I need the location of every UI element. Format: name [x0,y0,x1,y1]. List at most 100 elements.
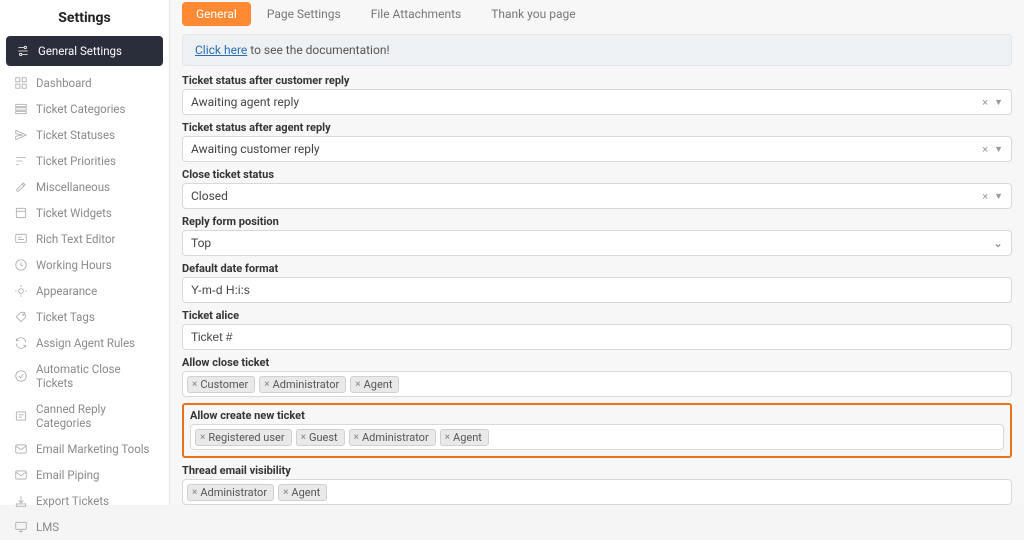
tab-bar: General Page Settings File Attachments T… [182,0,1012,34]
field-label: Allow create new ticket [190,409,1004,422]
field-thread-visibility: Thread email visibility ×Administrator ×… [182,464,1012,505]
tab-general[interactable]: General [182,2,251,26]
sidebar-item-label: Miscellaneous [36,180,110,194]
chevron-down-icon[interactable]: ▼ [994,144,1003,155]
select-controls: × ▼ [982,190,1003,203]
clear-icon[interactable]: × [982,96,988,109]
tag-label: Administrator [273,378,340,391]
priorities-icon [14,154,28,168]
clear-icon[interactable]: × [982,190,988,203]
documentation-link[interactable]: Click here [195,43,247,57]
sidebar-item-rich-text-editor[interactable]: Rich Text Editor [0,226,169,252]
tag-remove-icon[interactable]: × [200,432,205,443]
field-close-status: Close ticket status Closed × ▼ [182,168,1012,209]
appearance-icon [14,284,28,298]
tag-remove-icon[interactable]: × [264,379,269,390]
select-reply-form-position[interactable]: Top ⌄ [182,230,1012,256]
sidebar-item-label: Export Tickets [36,494,109,508]
sidebar-item-dashboard[interactable]: Dashboard [0,70,169,96]
field-label: Ticket status after customer reply [182,74,1012,87]
check-circle-icon [14,369,28,383]
field-status-after-agent: Ticket status after agent reply Awaiting… [182,121,1012,162]
tags-thread-visibility[interactable]: ×Administrator ×Agent [182,479,1012,505]
main-content: General Page Settings File Attachments T… [170,0,1024,505]
sidebar-item-email-marketing-tools[interactable]: Email Marketing Tools [0,436,169,462]
input-ticket-alice[interactable] [191,328,1003,346]
sidebar-item-label: Ticket Statuses [36,128,115,142]
sidebar-item-label: Dashboard [36,76,92,90]
canned-icon [14,409,28,423]
sidebar-item-export-tickets[interactable]: Export Tickets [0,488,169,514]
sidebar-item-label: Assign Agent Rules [36,336,135,350]
sidebar-item-canned-reply-categories[interactable]: Canned Reply Categories [0,396,169,436]
field-default-date-format: Default date format [182,262,1012,303]
field-label: Ticket status after agent reply [182,121,1012,134]
input-default-date-format[interactable] [191,281,1003,299]
tag-remove-icon[interactable]: × [355,379,360,390]
sidebar-item-label: Ticket Priorities [36,154,116,168]
sidebar-item-ticket-widgets[interactable]: Ticket Widgets [0,200,169,226]
banner-text: to see the documentation! [247,43,389,57]
sidebar-item-label: Email Marketing Tools [36,442,149,456]
tag-remove-icon[interactable]: × [192,379,197,390]
sidebar-item-label: Ticket Widgets [36,206,112,220]
select-status-after-customer[interactable]: Awaiting agent reply × ▼ [182,89,1012,115]
sidebar-item-appearance[interactable]: Appearance [0,278,169,304]
sidebar-item-lms[interactable]: LMS [0,514,169,540]
sidebar-item-automatic-close-tickets[interactable]: Automatic Close Tickets [0,356,169,396]
clock-icon [14,258,28,272]
tag-remove-icon[interactable]: × [283,487,288,498]
sidebar-item-general-settings[interactable]: General Settings [6,36,163,66]
tag-remove-icon[interactable]: × [192,487,197,498]
tag-remove-icon[interactable]: × [354,432,359,443]
tag-remove-icon[interactable]: × [301,432,306,443]
chevron-down-icon[interactable]: ⌄ [993,236,1003,250]
sidebar-item-ticket-tags[interactable]: Ticket Tags [0,304,169,330]
tab-thank-you-page[interactable]: Thank you page [477,2,589,26]
tag-item[interactable]: ×Registered user [195,429,292,446]
sidebar-item-working-hours[interactable]: Working Hours [0,252,169,278]
sidebar-item-miscellaneous[interactable]: Miscellaneous [0,174,169,200]
clear-icon[interactable]: × [982,143,988,156]
select-controls: × ▼ [982,143,1003,156]
tag-item[interactable]: ×Agent [440,429,489,446]
sidebar-item-assign-agent-rules[interactable]: Assign Agent Rules [0,330,169,356]
sidebar-item-ticket-priorities[interactable]: Ticket Priorities [0,148,169,174]
tag-item[interactable]: ×Customer [187,376,255,393]
chevron-down-icon[interactable]: ▼ [994,97,1003,108]
sidebar-item-ticket-statuses[interactable]: Ticket Statuses [0,122,169,148]
tags-allow-create[interactable]: ×Registered user ×Guest ×Administrator ×… [190,424,1004,450]
select-status-after-agent[interactable]: Awaiting customer reply × ▼ [182,136,1012,162]
sidebar-item-email-piping[interactable]: Email Piping [0,462,169,488]
field-label: Reply form position [182,215,1012,228]
sidebar-item-label: General Settings [38,44,122,58]
field-status-after-customer: Ticket status after customer reply Await… [182,74,1012,115]
sidebar-item-ticket-categories[interactable]: Ticket Categories [0,96,169,122]
sidebar-item-label: Appearance [36,284,97,298]
tab-page-settings[interactable]: Page Settings [253,2,355,26]
select-value: Closed [191,189,982,203]
select-value: Awaiting customer reply [191,142,982,156]
tag-icon [14,310,28,324]
tag-label: Agent [453,431,482,444]
settings-sidebar: Settings General Settings Dashboard Tick… [0,0,170,505]
tag-remove-icon[interactable]: × [445,432,450,443]
tag-item[interactable]: ×Administrator [349,429,436,446]
tag-label: Agent [364,378,393,391]
tag-item[interactable]: × Administrator [259,376,346,393]
sidebar-item-label: Working Hours [36,258,112,272]
select-close-status[interactable]: Closed × ▼ [182,183,1012,209]
field-label: Thread email visibility [182,464,1012,477]
tag-label: Administrator [362,431,429,444]
tag-item[interactable]: ×Agent [278,484,327,501]
tab-file-attachments[interactable]: File Attachments [357,2,475,26]
tag-label: Agent [291,486,320,499]
tag-item[interactable]: ×Guest [296,429,345,446]
chevron-down-icon[interactable]: ▼ [994,191,1003,202]
tags-allow-close[interactable]: ×Customer × Administrator × Agent [182,371,1012,397]
tag-label: Guest [309,431,338,444]
select-value: Awaiting agent reply [191,95,982,109]
grid-icon [14,76,28,90]
tag-item[interactable]: ×Administrator [187,484,274,501]
tag-item[interactable]: × Agent [350,376,399,393]
